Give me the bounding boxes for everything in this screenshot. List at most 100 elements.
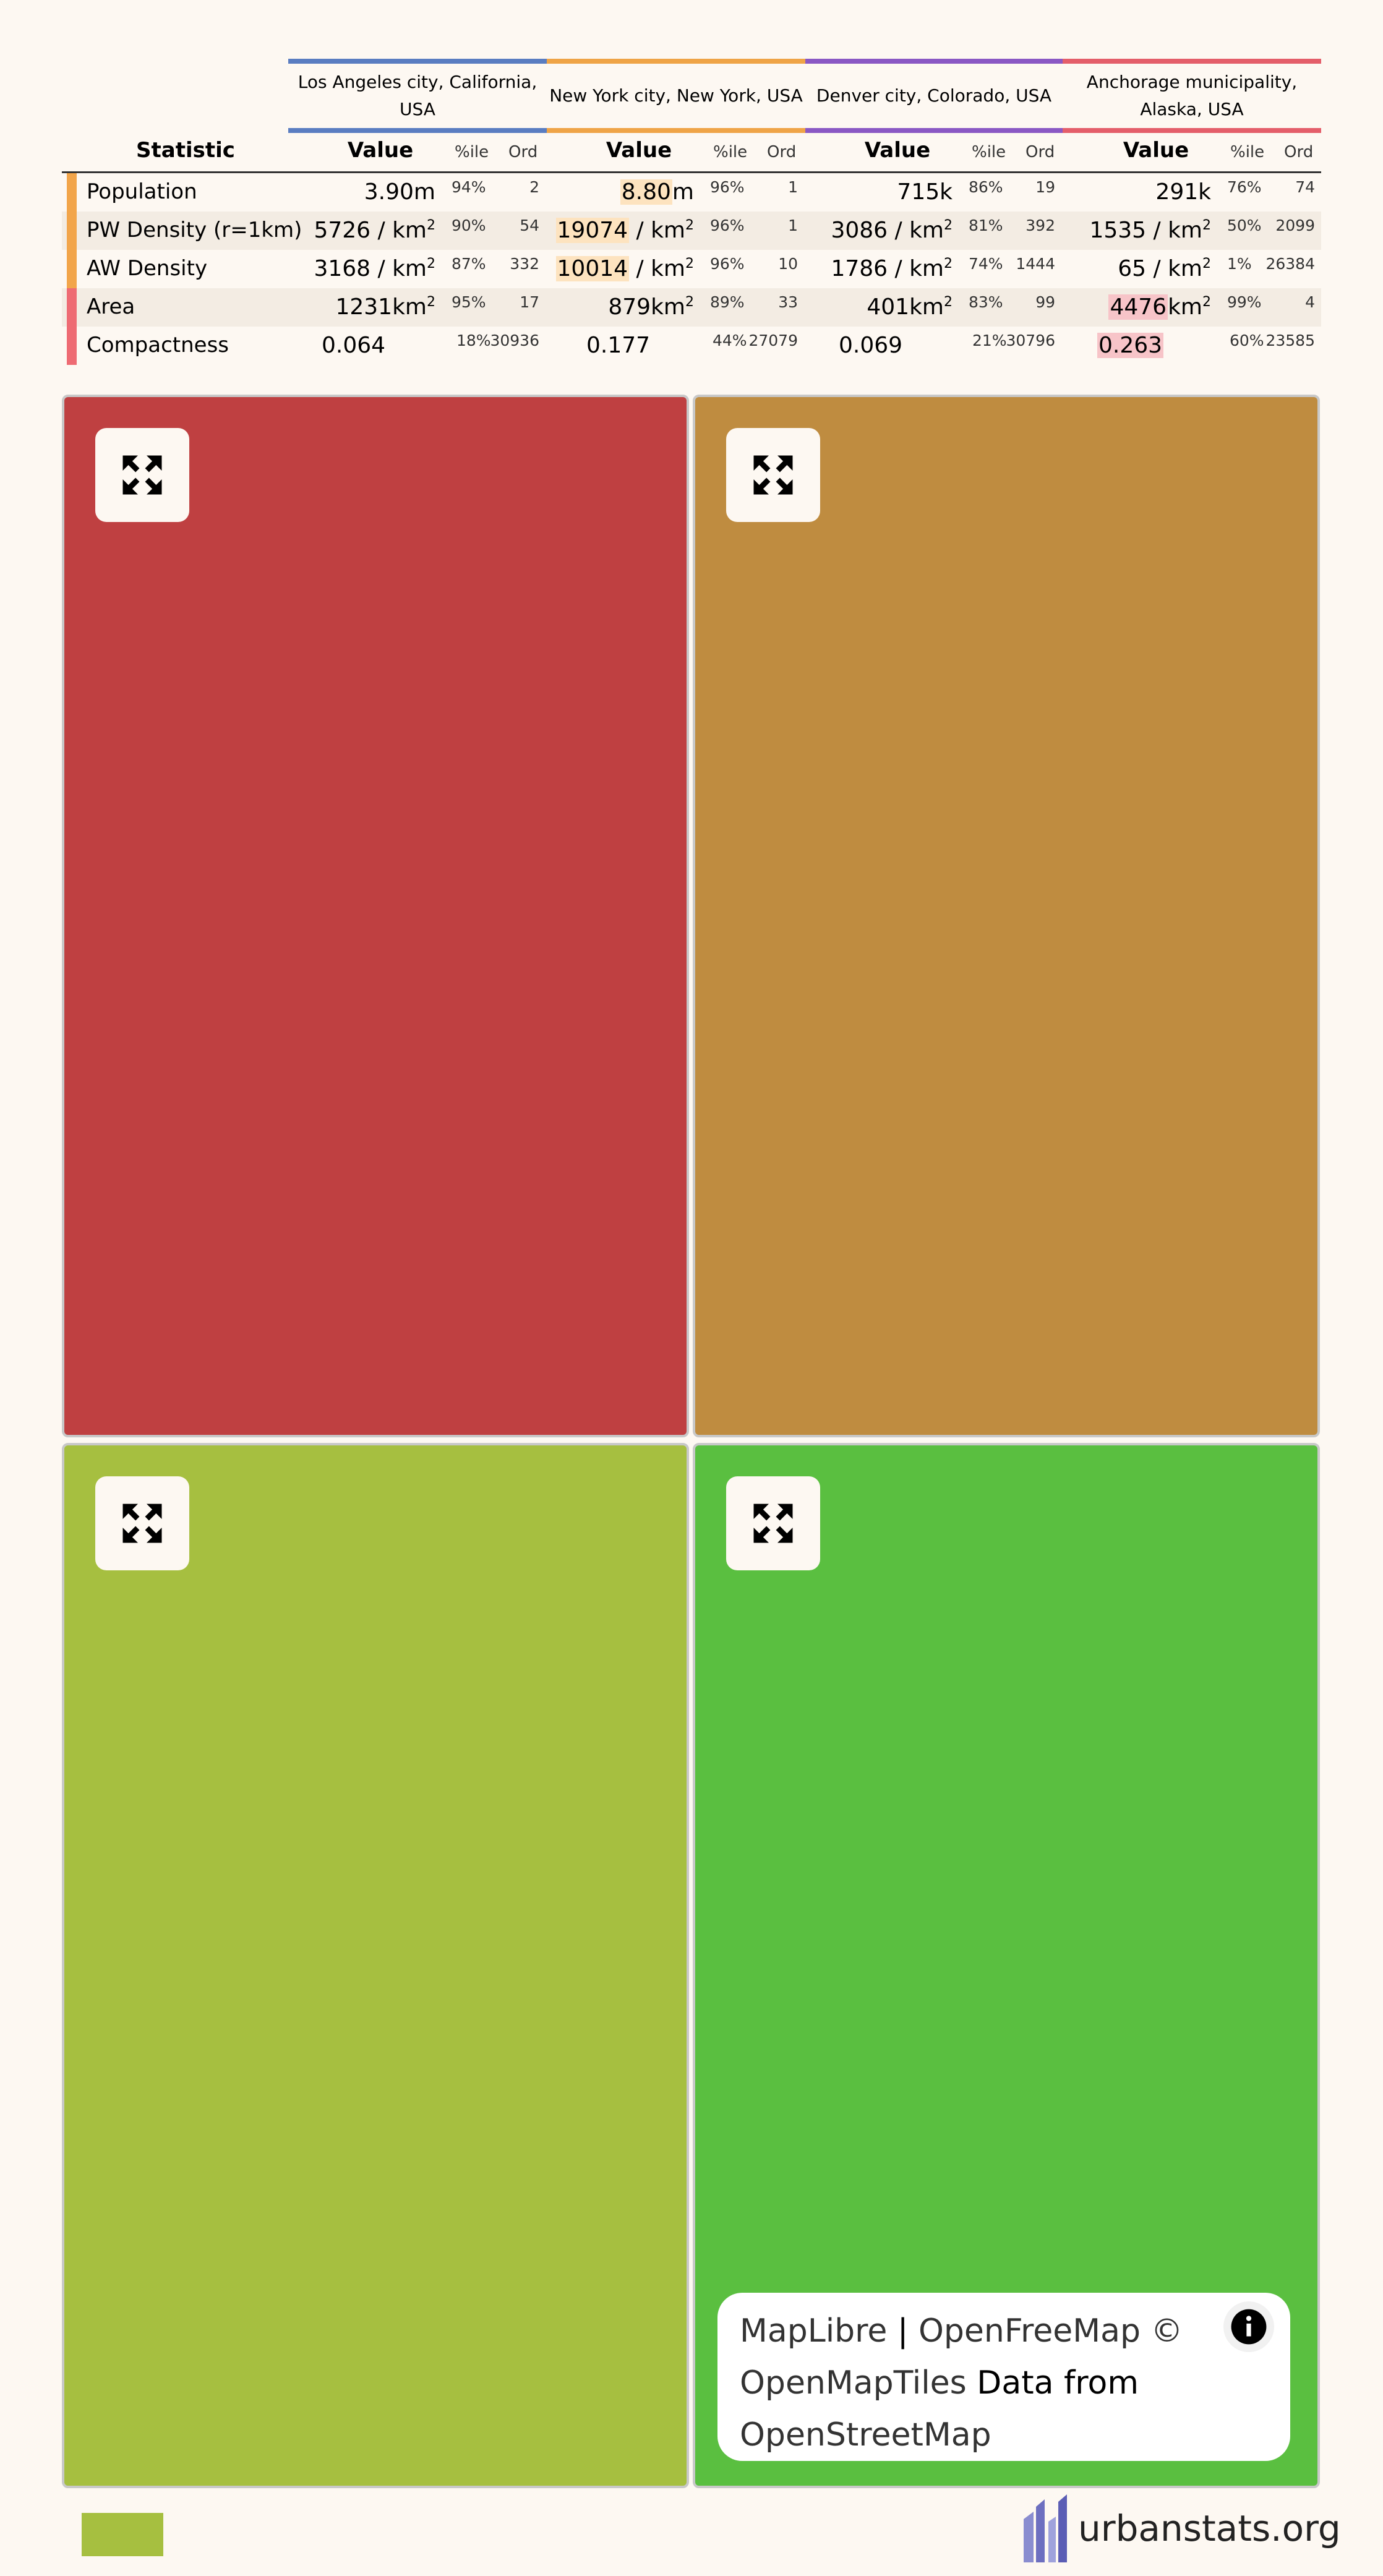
statistic-name[interactable]: Area [87, 294, 135, 319]
expand-icon [122, 1504, 162, 1543]
pctile-cell: 96% [710, 178, 745, 196]
value-unit: / km [888, 218, 944, 243]
value-number: 5726 [314, 218, 371, 243]
ord-cell: 99 [1035, 293, 1055, 311]
openfreemap-link[interactable]: OpenFreeMap [918, 2313, 1141, 2350]
data-from-text: Data from [966, 2364, 1139, 2402]
attribution-toggle-button[interactable] [1223, 2301, 1274, 2352]
value-header: Value [606, 138, 672, 163]
value-number: 3168 [314, 256, 371, 281]
pctile-cell: 94% [452, 178, 486, 196]
pctile-cell: 86% [969, 178, 1003, 196]
value-cell: 715k [897, 179, 953, 205]
ord-cell: 2 [529, 178, 539, 196]
value-number: 715 [897, 179, 940, 205]
value-unit: / km [1146, 218, 1203, 243]
value-unit: / km [629, 218, 686, 243]
openmaptiles-link[interactable]: OpenMapTiles [740, 2364, 967, 2402]
map-attribution: MapLibre | OpenFreeMap © OpenMapTiles Da… [717, 2293, 1290, 2461]
region-header-la[interactable]: Los Angeles city, California, USA [288, 59, 547, 133]
row-compactness: Compactness 0.064 18% 30936 0.177 44% 27… [62, 327, 1321, 365]
value-cell: 1786 / km2 [831, 256, 953, 281]
unit-exponent: 2 [944, 256, 953, 272]
row-color-indicator [67, 327, 77, 365]
attribution-separator: | [887, 2313, 918, 2350]
value-number: 0.064 [322, 333, 386, 358]
value-unit: km [1168, 294, 1202, 320]
ord-cell: 332 [510, 255, 539, 273]
value-number: 879 [608, 294, 651, 320]
statistic-name[interactable]: Population [87, 179, 197, 204]
openstreetmap-link[interactable]: OpenStreetMap [740, 2416, 991, 2454]
legend-swatch [82, 2513, 163, 2556]
map-la[interactable] [62, 395, 689, 1437]
pctile-cell: 60% [1230, 332, 1264, 349]
value-number: 291 [1155, 179, 1199, 205]
value-number: 8.80 [620, 179, 672, 205]
site-name: urbanstats.org [1078, 2507, 1341, 2549]
pctile-cell: 95% [452, 293, 486, 311]
statistic-name[interactable]: AW Density [87, 256, 207, 281]
value-cell: 5726 / km2 [314, 218, 435, 243]
pctile-cell: 50% [1227, 216, 1262, 234]
pctile-cell: 18% [456, 332, 491, 349]
statistic-header[interactable]: Statistic [62, 138, 309, 163]
pctile-cell: 44% [713, 332, 747, 349]
expand-map-button[interactable] [726, 1476, 820, 1570]
column-header-row: Statistic Value %ile Ord Value %ile Ord … [62, 134, 1321, 173]
statistic-name[interactable]: Compactness [87, 333, 229, 357]
pctile-cell: 99% [1227, 293, 1262, 311]
expand-map-button[interactable] [726, 428, 820, 522]
value-unit: / km [370, 256, 427, 281]
unit-exponent: 2 [944, 218, 953, 233]
row-area: Area 1231km2 95% 17 879km2 89% 33 401km2… [62, 288, 1321, 327]
unit-exponent: 2 [1202, 294, 1211, 310]
value-unit: k [940, 179, 953, 205]
urbanstats-logo-icon [1024, 2494, 1067, 2562]
row-color-indicator [67, 173, 77, 212]
row-color-indicator [67, 212, 77, 250]
pctile-cell: 90% [452, 216, 486, 234]
region-header-denver[interactable]: Denver city, Colorado, USA [805, 59, 1063, 133]
region-header-anchorage[interactable]: Anchorage municipality, Alaska, USA [1063, 59, 1321, 133]
unit-exponent: 2 [427, 256, 435, 272]
ord-cell: 30936 [490, 332, 539, 349]
unit-exponent: 2 [944, 294, 953, 310]
value-number: 3.90 [364, 179, 414, 205]
pctile-header: %ile [455, 143, 489, 161]
ord-cell: 1 [788, 178, 798, 196]
value-cell: 3168 / km2 [314, 256, 435, 281]
value-header: Value [1123, 138, 1189, 163]
expand-map-button[interactable] [95, 1476, 189, 1570]
map-nyc[interactable] [693, 395, 1320, 1437]
value-number: 0.069 [839, 333, 903, 358]
value-unit: / km [629, 256, 686, 281]
ord-cell: 392 [1025, 216, 1055, 234]
pctile-header: %ile [713, 143, 748, 161]
pctile-cell: 96% [710, 216, 745, 234]
ord-header: Ord [767, 143, 797, 161]
urbanstats-logo[interactable]: urbanstats.org [1024, 2494, 1341, 2562]
value-cell: 0.064 [322, 333, 385, 358]
region-header-nyc[interactable]: New York city, New York, USA [547, 59, 805, 133]
expand-map-button[interactable] [95, 428, 189, 522]
statistic-name[interactable]: PW Density (r=1km) [87, 218, 302, 242]
pctile-cell: 89% [710, 293, 745, 311]
value-number: 4476 [1108, 294, 1168, 320]
map-denver[interactable] [62, 1443, 689, 2488]
value-cell: 1231km2 [335, 294, 435, 320]
region-name: Denver city, Colorado, USA [816, 85, 1052, 106]
ord-header: Ord [1025, 143, 1055, 161]
maplibre-link[interactable]: MapLibre [740, 2313, 887, 2350]
region-name: Anchorage municipality, Alaska, USA [1086, 72, 1298, 119]
value-number: 3086 [831, 218, 888, 243]
value-unit: m [413, 179, 435, 205]
value-number: 19074 [555, 218, 630, 243]
value-unit: / km [1146, 256, 1203, 281]
info-icon [1231, 2309, 1267, 2345]
value-unit: km [909, 294, 944, 320]
row-aw-density: AW Density 3168 / km2 87% 332 10014 / km… [62, 250, 1321, 288]
ord-cell: 19 [1035, 178, 1055, 196]
value-cell: 879km2 [608, 294, 694, 320]
ord-cell: 27079 [748, 332, 798, 349]
